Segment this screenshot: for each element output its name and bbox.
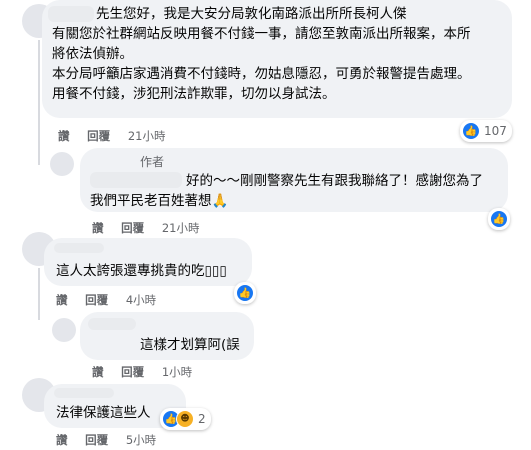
comment-actions: 讚 回覆 21小時 <box>92 220 213 236</box>
reaction-count: 107 <box>484 124 507 138</box>
thread-line <box>38 268 40 320</box>
haha-reaction-icon: ☻ <box>176 410 194 428</box>
comment-actions: 讚 回覆 21小時 <box>58 128 179 144</box>
like-button[interactable]: 讚 <box>56 293 68 307</box>
timestamp[interactable]: 21小時 <box>128 129 166 143</box>
comment-text-line: 我們平民老百姓著想🙏 <box>90 193 229 209</box>
comment-text-line: 這人太誇張還專挑貴的吃▯▯▯ <box>56 263 227 279</box>
comment-actions: 讚 回覆 1小時 <box>92 364 206 380</box>
timestamp[interactable]: 4小時 <box>126 293 156 307</box>
like-button[interactable]: 讚 <box>92 365 104 379</box>
like-reaction-icon: 👍 <box>490 210 508 228</box>
comment-text-line: 將依法偵辦。 <box>52 46 133 62</box>
commenter-name[interactable] <box>90 172 182 188</box>
like-button[interactable]: 讚 <box>58 129 70 143</box>
commenter-name[interactable] <box>54 243 104 253</box>
reaction-count: 2 <box>198 412 206 426</box>
avatar[interactable] <box>52 318 76 342</box>
reply-button[interactable]: 回覆 <box>85 433 108 447</box>
comment-text-line: 用餐不付錢，涉犯刑法詐欺罪，切勿以身試法。 <box>52 86 336 102</box>
thread-line <box>38 40 40 165</box>
commenter-name[interactable] <box>88 318 136 330</box>
comment-text-line: 法律保護這些人 <box>56 405 151 421</box>
commenter-name[interactable] <box>48 6 94 22</box>
like-button[interactable]: 讚 <box>92 221 104 235</box>
commenter-name[interactable] <box>54 388 114 398</box>
comment-actions: 讚 回覆 5小時 <box>56 432 170 448</box>
comment-text-line: 本分局呼籲店家遇消費不付錢時，勿姑息隱忍，可勇於報警提告處理。 <box>52 66 471 82</box>
author-badge: 作者 <box>140 155 165 169</box>
timestamp[interactable]: 21小時 <box>162 221 200 235</box>
reaction-summary[interactable]: 👍 <box>234 282 256 304</box>
reaction-summary[interactable]: 👍 ☻ 2 <box>160 408 211 430</box>
reaction-summary[interactable]: 👍 <box>488 208 510 230</box>
reply-button[interactable]: 回覆 <box>87 129 110 143</box>
comment-text-line: 先生您好，我是大安分局敦化南路派出所所長柯人傑 <box>96 6 407 22</box>
like-reaction-icon: 👍 <box>236 284 254 302</box>
reaction-summary[interactable]: 👍 107 <box>460 120 512 142</box>
timestamp[interactable]: 1小時 <box>162 365 192 379</box>
like-reaction-icon: 👍 <box>462 122 480 140</box>
comment-text-line: 有關您於社群網站反映用餐不付錢一事，請您至敦南派出所報案，本所 <box>52 26 471 42</box>
like-button[interactable]: 讚 <box>56 433 68 447</box>
reply-button[interactable]: 回覆 <box>85 293 108 307</box>
avatar[interactable] <box>50 152 74 176</box>
comment-text-line: 好的～～剛剛警察先生有跟我聯絡了！感謝您為了 <box>186 173 483 189</box>
reply-button[interactable]: 回覆 <box>121 365 144 379</box>
comment-actions: 讚 回覆 4小時 <box>56 292 170 308</box>
reply-button[interactable]: 回覆 <box>121 221 144 235</box>
timestamp[interactable]: 5小時 <box>126 433 156 447</box>
comment-text-line: 這樣才划算阿(誤 <box>140 337 240 353</box>
